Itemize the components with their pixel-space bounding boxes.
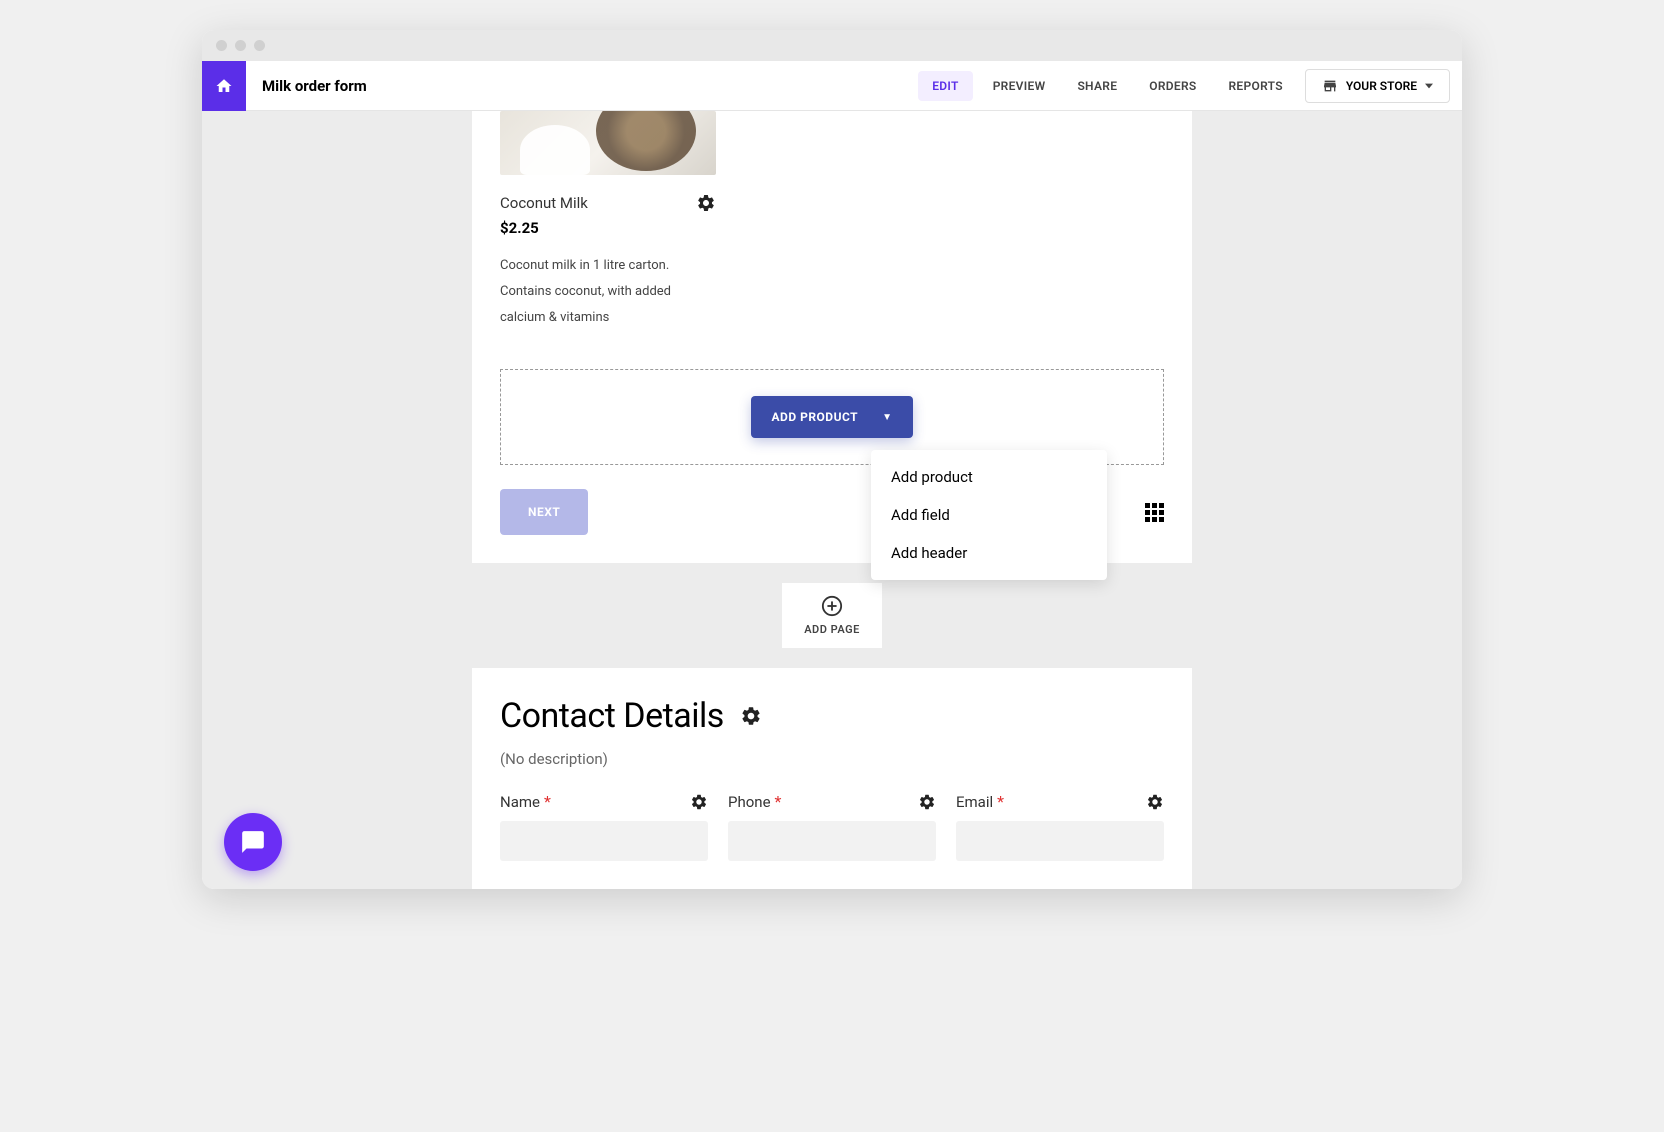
dropdown-add-product[interactable]: Add product <box>871 458 1107 496</box>
gear-icon <box>696 193 716 213</box>
name-input[interactable] <box>500 821 708 861</box>
tab-share[interactable]: SHARE <box>1061 65 1133 107</box>
form-title: Milk order form <box>262 77 367 95</box>
chevron-down-icon <box>1425 82 1433 90</box>
gear-icon <box>1146 793 1164 811</box>
plus-circle-icon <box>821 595 843 617</box>
home-button[interactable] <box>202 61 246 111</box>
product-name: Coconut Milk <box>500 194 588 212</box>
product-price: $2.25 <box>500 219 716 237</box>
tab-edit[interactable]: EDIT <box>918 71 972 101</box>
traffic-light-close[interactable] <box>216 40 227 51</box>
form-page-products: Coconut Milk $2.25 Coconut milk in 1 lit… <box>472 111 1192 563</box>
form-page-contact: Contact Details (No description) Name* <box>472 668 1192 889</box>
traffic-light-minimize[interactable] <box>235 40 246 51</box>
field-settings-button[interactable] <box>1146 793 1164 811</box>
contact-title: Contact Details <box>500 696 724 736</box>
required-indicator: * <box>775 792 782 811</box>
chat-icon <box>240 829 266 855</box>
home-icon <box>214 77 234 95</box>
email-input[interactable] <box>956 821 1164 861</box>
field-settings-button[interactable] <box>690 793 708 811</box>
add-product-button[interactable]: ADD PRODUCT ▼ <box>751 396 912 438</box>
topbar: Milk order form EDIT PREVIEW SHARE ORDER… <box>202 61 1462 111</box>
contact-no-description: (No description) <box>500 750 1164 768</box>
field-phone: Phone* <box>728 792 936 861</box>
required-indicator: * <box>997 792 1004 811</box>
field-label: Name <box>500 793 540 811</box>
product-settings-button[interactable] <box>696 193 716 213</box>
dropdown-add-header[interactable]: Add header <box>871 534 1107 572</box>
nav-tabs: EDIT PREVIEW SHARE ORDERS REPORTS <box>914 65 1299 107</box>
field-label: Phone <box>728 793 771 811</box>
contact-settings-button[interactable] <box>740 705 762 727</box>
contact-fields: Name* Phone* <box>500 792 1164 861</box>
field-label: Email <box>956 793 993 811</box>
add-product-label: ADD PRODUCT <box>771 410 858 424</box>
window-titlebar <box>202 30 1462 61</box>
traffic-light-maximize[interactable] <box>254 40 265 51</box>
field-email: Email* <box>956 792 1164 861</box>
grid-view-button[interactable] <box>1145 503 1164 522</box>
chat-fab[interactable] <box>224 813 282 871</box>
add-product-dropdown: Add product Add field Add header <box>871 450 1107 580</box>
add-page-label: ADD PAGE <box>804 623 860 636</box>
tab-reports[interactable]: REPORTS <box>1213 65 1299 107</box>
gear-icon <box>690 793 708 811</box>
gear-icon <box>740 705 762 727</box>
content-area: Coconut Milk $2.25 Coconut milk in 1 lit… <box>202 111 1462 889</box>
tab-preview[interactable]: PREVIEW <box>977 65 1062 107</box>
product-card: Coconut Milk $2.25 Coconut milk in 1 lit… <box>500 111 716 331</box>
store-icon <box>1322 78 1338 94</box>
phone-input[interactable] <box>728 821 936 861</box>
chevron-down-icon: ▼ <box>882 412 892 423</box>
store-label: YOUR STORE <box>1346 79 1417 93</box>
field-name: Name* <box>500 792 708 861</box>
dropdown-add-field[interactable]: Add field <box>871 496 1107 534</box>
required-indicator: * <box>544 792 551 811</box>
product-image[interactable] <box>500 111 716 175</box>
app-window: Milk order form EDIT PREVIEW SHARE ORDER… <box>202 30 1462 889</box>
add-page-button[interactable]: ADD PAGE <box>782 583 882 648</box>
tab-orders[interactable]: ORDERS <box>1133 65 1212 107</box>
product-description: Coconut milk in 1 litre carton. Contains… <box>500 253 716 331</box>
field-settings-button[interactable] <box>918 793 936 811</box>
next-button[interactable]: NEXT <box>500 489 588 535</box>
gear-icon <box>918 793 936 811</box>
your-store-button[interactable]: YOUR STORE <box>1305 69 1450 103</box>
add-product-dropzone: ADD PRODUCT ▼ Add product Add field Add … <box>500 369 1164 465</box>
